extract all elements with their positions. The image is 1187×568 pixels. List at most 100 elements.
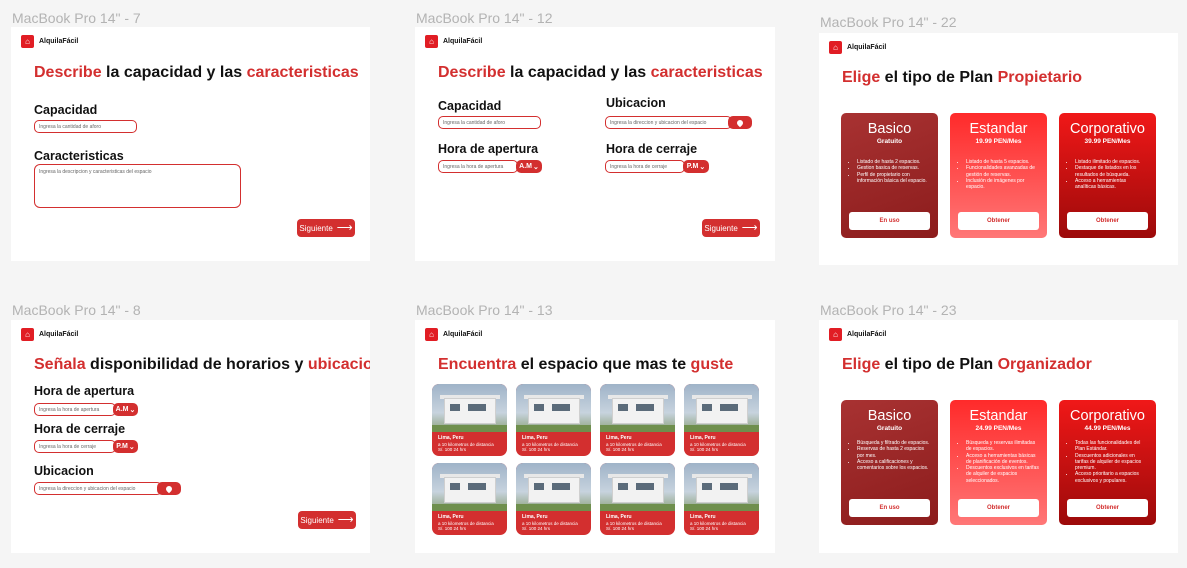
frame-13: ⌂ AlquilaFácil Encuentra el espacio que m… [415, 320, 775, 553]
property-card[interactable]: Lima, Peru a 10 kilometros de distancia S/… [684, 463, 759, 535]
frame-label-7: MacBook Pro 14" - 7 [12, 10, 141, 26]
property-city: Lima, Peru [690, 514, 716, 520]
am-select[interactable]: A.M ⌄ [516, 160, 542, 173]
property-price: S/. 100 24 hrs [438, 447, 467, 453]
property-photo [684, 463, 759, 511]
pm-label: P.M [686, 163, 699, 170]
title-highlight: Organizador [997, 356, 1092, 373]
title-highlight: Elige [842, 69, 881, 86]
capacidad-label: Capacidad [34, 103, 98, 117]
property-city: Lima, Peru [522, 514, 548, 520]
brand-name: AlquilaFácil [847, 44, 887, 51]
property-card[interactable]: Lima, Peru a 10 kilometros de distancia S/… [516, 384, 591, 456]
plan-features: Listado de hasta 5 espacios. Funcionalid… [950, 159, 1047, 190]
property-price: S/. 100 24 hrs [606, 526, 635, 532]
frame-label-13: MacBook Pro 14" - 13 [416, 302, 553, 318]
plan-feature: Descuentos exclusivos en tarifas de alqu… [966, 465, 1039, 484]
ubicacion-input[interactable]: Ingresa la direccion y ubicacion del esp… [605, 116, 732, 129]
property-card[interactable]: Lima, Peru a 10 kilometros de distancia S/… [600, 384, 675, 456]
page-title: Describe la capacidad y las caracteristi… [34, 64, 359, 82]
page-title: Elige el tipo de Plan Propietario [842, 69, 1082, 87]
location-pin-icon[interactable] [157, 482, 181, 495]
pm-select[interactable]: P.M ⌄ [683, 160, 709, 173]
property-card[interactable]: Lima, Peru a 10 kilometros de distancia S/… [684, 384, 759, 456]
plan-name: Basico [867, 408, 912, 424]
property-photo [432, 463, 507, 511]
next-button[interactable]: Siguiente ⟶ [702, 219, 760, 237]
plan-features: Búsqueda y reservas ilimitadas de espaci… [950, 440, 1047, 484]
title-highlight: Propietario [997, 69, 1083, 86]
am-select[interactable]: A.M ⌄ [113, 403, 138, 416]
plan-price: 24.99 PEN/Mes [975, 425, 1022, 432]
title-text: el tipo de Plan [880, 69, 998, 86]
ubicacion-input[interactable]: Ingresa la direccion y ubicacion del esp… [34, 482, 162, 495]
cierre-input[interactable]: Ingresa la hora de cerraje [34, 440, 116, 453]
plan-in-use-button[interactable]: En uso [849, 212, 930, 230]
property-photo [684, 384, 759, 432]
page-title: Describe la capacidad y las caracteristi… [438, 64, 763, 82]
apertura-label: Hora de apertura [34, 384, 135, 398]
plan-get-button[interactable]: Obtener [1067, 499, 1148, 517]
apertura-input[interactable]: Ingresa la hora de apertura [438, 160, 518, 173]
location-pin-icon[interactable] [728, 116, 752, 129]
chevron-down-icon: ⌄ [128, 443, 135, 451]
plan-feature: Destaque de listados en los resultados d… [1075, 165, 1148, 178]
brand[interactable]: ⌂ AlquilaFácil [425, 328, 482, 341]
property-city: Lima, Peru [438, 435, 464, 441]
am-label: A.M [519, 163, 532, 170]
pm-select[interactable]: P.M ⌄ [113, 440, 138, 453]
plan-get-button[interactable]: Obtener [1067, 212, 1148, 230]
property-card[interactable]: Lima, Peru a 10 kilometros de distancia S/… [432, 463, 507, 535]
frame-7: ⌂ AlquilaFácil Describe la capacidad y la… [11, 27, 370, 261]
property-info: Lima, Peru a 10 kilometros de distancia S/… [522, 514, 578, 532]
plan-features: Listado de hasta 2 espacios. Gestion bas… [841, 159, 938, 184]
title-highlight: Describe [438, 64, 506, 81]
brand[interactable]: ⌂ AlquilaFácil [425, 35, 482, 48]
cierre-input[interactable]: Ingresa la hora de cerraje [605, 160, 685, 173]
brand[interactable]: ⌂ AlquilaFácil [829, 41, 886, 54]
brand-name: AlquilaFácil [443, 331, 483, 338]
apertura-input[interactable]: Ingresa la hora de apertura [34, 403, 116, 416]
property-distance: a 10 kilometros de distancia [606, 520, 662, 526]
frame-23: ⌂ AlquilaFácil Elige el tipo de Plan Orga… [819, 320, 1178, 553]
property-info: Lima, Peru a 10 kilometros de distancia S/… [438, 514, 494, 532]
title-text: la capacidad y las [101, 64, 247, 81]
frame-22: ⌂ AlquilaFácil Elige el tipo de Plan Prop… [819, 33, 1178, 265]
capacidad-input[interactable]: Ingresa la cantidad de aforo [34, 120, 137, 133]
next-label: Siguiente [704, 223, 738, 233]
next-button[interactable]: Siguiente ⟶ [297, 219, 355, 237]
property-card[interactable]: Lima, Peru a 10 kilometros de distancia S/… [600, 463, 675, 535]
property-card[interactable]: Lima, Peru a 10 kilometros de distancia S/… [432, 384, 507, 456]
property-info: Lima, Peru a 10 kilometros de distancia S/… [690, 514, 746, 532]
plan-in-use-button[interactable]: En uso [849, 499, 930, 517]
brand[interactable]: ⌂ AlquilaFácil [21, 35, 78, 48]
next-label: Siguiente [300, 515, 334, 525]
caracteristicas-textarea[interactable]: Ingresa la descripcion y caracteristicas… [34, 164, 241, 208]
property-distance: a 10 kilometros de distancia [438, 520, 494, 526]
property-distance: a 10 kilometros de distancia [522, 441, 578, 447]
next-button[interactable]: Siguiente ⟶ [298, 511, 356, 529]
brand-name: AlquilaFácil [443, 38, 483, 45]
cierre-label: Hora de cerraje [606, 142, 698, 156]
arrow-right-icon: ⟶ [336, 221, 353, 234]
plan-card-basico: Basico Gratuito Listado de hasta 2 espac… [841, 113, 938, 238]
ubicacion-label: Ubicacion [34, 464, 94, 478]
title-highlight: guste [690, 356, 734, 373]
property-city: Lima, Peru [690, 435, 716, 441]
capacidad-input[interactable]: Ingresa la cantidad de aforo [438, 116, 541, 129]
brand-name: AlquilaFácil [39, 38, 79, 45]
property-distance: a 10 kilometros de distancia [606, 441, 662, 447]
capacidad-label: Capacidad [438, 99, 502, 113]
plan-get-button[interactable]: Obtener [958, 499, 1039, 517]
caracteristicas-label: Caracteristicas [34, 149, 124, 163]
brand[interactable]: ⌂ AlquilaFácil [829, 328, 886, 341]
brand[interactable]: ⌂ AlquilaFácil [21, 328, 78, 341]
arrow-right-icon: ⟶ [741, 221, 758, 234]
chevron-down-icon: ⌄ [532, 163, 539, 171]
cierre-label: Hora de cerraje [34, 422, 126, 436]
plan-features: Búsqueda y filtrado de espacios. Reserva… [841, 440, 938, 471]
property-card[interactable]: Lima, Peru a 10 kilometros de distancia S/… [516, 463, 591, 535]
house-logo-icon: ⌂ [425, 35, 438, 48]
plan-feature: Acceso a herramientas analíticas básicas… [1075, 178, 1148, 191]
plan-get-button[interactable]: Obtener [958, 212, 1039, 230]
